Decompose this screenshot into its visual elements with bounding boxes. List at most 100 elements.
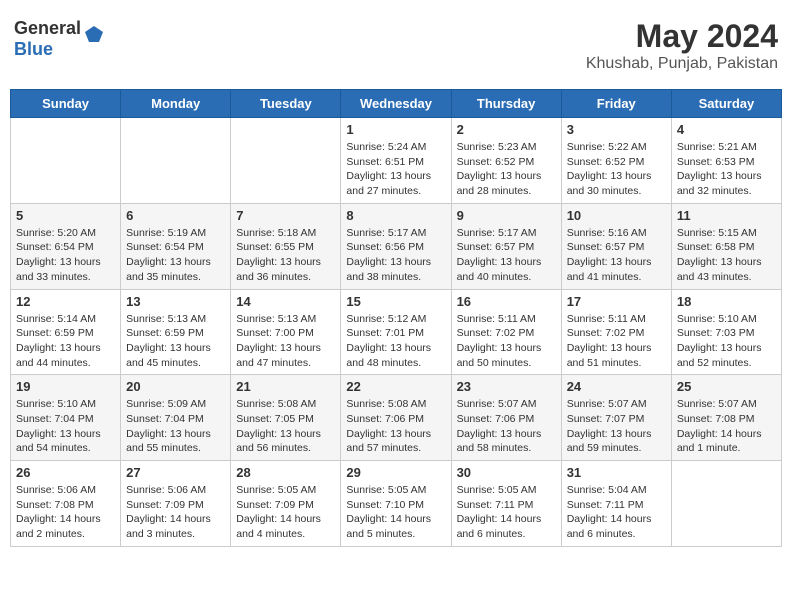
logo-flag-icon bbox=[83, 24, 105, 46]
day-info: Sunrise: 5:20 AM Sunset: 6:54 PM Dayligh… bbox=[16, 226, 115, 285]
day-info: Sunrise: 5:07 AM Sunset: 7:07 PM Dayligh… bbox=[567, 397, 666, 456]
calendar-cell: 23 Sunrise: 5:07 AM Sunset: 7:06 PM Dayli… bbox=[451, 375, 561, 461]
day-number: 23 bbox=[457, 379, 556, 394]
calendar-cell: 8Sunrise: 5:17 AM Sunset: 6:56 PM Daylig… bbox=[341, 203, 451, 289]
day-info: Sunrise: 5:17 AM Sunset: 6:57 PM Dayligh… bbox=[457, 226, 556, 285]
day-info: Sunrise: 5:23 AM Sunset: 6:52 PM Dayligh… bbox=[457, 140, 556, 199]
calendar-cell: 9Sunrise: 5:17 AM Sunset: 6:57 PM Daylig… bbox=[451, 203, 561, 289]
week-row-2: 5 Sunrise: 5:20 AM Sunset: 6:54 PM Daylig… bbox=[11, 203, 782, 289]
day-number: 16 bbox=[457, 294, 556, 309]
calendar-cell: 5 Sunrise: 5:20 AM Sunset: 6:54 PM Daylig… bbox=[11, 203, 121, 289]
calendar-cell: 19 Sunrise: 5:10 AM Sunset: 7:04 PM Dayli… bbox=[11, 375, 121, 461]
day-number: 27 bbox=[126, 465, 225, 480]
calendar-cell: 24 Sunrise: 5:07 AM Sunset: 7:07 PM Dayli… bbox=[561, 375, 671, 461]
calendar-cell: 3Sunrise: 5:22 AM Sunset: 6:52 PM Daylig… bbox=[561, 118, 671, 204]
day-info: Sunrise: 5:08 AM Sunset: 7:05 PM Dayligh… bbox=[236, 397, 335, 456]
calendar-cell: 27 Sunrise: 5:06 AM Sunset: 7:09 PM Dayli… bbox=[121, 461, 231, 547]
logo: General Blue bbox=[14, 18, 105, 60]
day-info: Sunrise: 5:07 AM Sunset: 7:06 PM Dayligh… bbox=[457, 397, 556, 456]
calendar-cell: 29Sunrise: 5:05 AM Sunset: 7:10 PM Dayli… bbox=[341, 461, 451, 547]
day-number: 30 bbox=[457, 465, 556, 480]
calendar-cell bbox=[11, 118, 121, 204]
day-info: Sunrise: 5:10 AM Sunset: 7:04 PM Dayligh… bbox=[16, 397, 115, 456]
calendar-cell: 1Sunrise: 5:24 AM Sunset: 6:51 PM Daylig… bbox=[341, 118, 451, 204]
weekday-header-saturday: Saturday bbox=[671, 90, 781, 118]
day-number: 19 bbox=[16, 379, 115, 394]
day-number: 22 bbox=[346, 379, 445, 394]
calendar-cell: 6 Sunrise: 5:19 AM Sunset: 6:54 PM Daylig… bbox=[121, 203, 231, 289]
day-info: Sunrise: 5:08 AM Sunset: 7:06 PM Dayligh… bbox=[346, 397, 445, 456]
calendar-cell bbox=[121, 118, 231, 204]
day-number: 14 bbox=[236, 294, 335, 309]
calendar-cell: 10Sunrise: 5:16 AM Sunset: 6:57 PM Dayli… bbox=[561, 203, 671, 289]
logo-general: General bbox=[14, 18, 81, 38]
calendar-cell: 2 Sunrise: 5:23 AM Sunset: 6:52 PM Daylig… bbox=[451, 118, 561, 204]
day-number: 31 bbox=[567, 465, 666, 480]
calendar-cell: 14Sunrise: 5:13 AM Sunset: 7:00 PM Dayli… bbox=[231, 289, 341, 375]
day-number: 29 bbox=[346, 465, 445, 480]
calendar-cell: 11Sunrise: 5:15 AM Sunset: 6:58 PM Dayli… bbox=[671, 203, 781, 289]
calendar-cell: 13 Sunrise: 5:13 AM Sunset: 6:59 PM Dayli… bbox=[121, 289, 231, 375]
day-number: 24 bbox=[567, 379, 666, 394]
calendar-cell: 16 Sunrise: 5:11 AM Sunset: 7:02 PM Dayli… bbox=[451, 289, 561, 375]
title-area: May 2024 Khushab, Punjab, Pakistan bbox=[586, 18, 778, 73]
day-number: 17 bbox=[567, 294, 666, 309]
day-info: Sunrise: 5:10 AM Sunset: 7:03 PM Dayligh… bbox=[677, 312, 776, 371]
weekday-header-tuesday: Tuesday bbox=[231, 90, 341, 118]
calendar-cell: 28 Sunrise: 5:05 AM Sunset: 7:09 PM Dayli… bbox=[231, 461, 341, 547]
day-number: 20 bbox=[126, 379, 225, 394]
calendar-cell: 21 Sunrise: 5:08 AM Sunset: 7:05 PM Dayli… bbox=[231, 375, 341, 461]
day-info: Sunrise: 5:12 AM Sunset: 7:01 PM Dayligh… bbox=[346, 312, 445, 371]
day-number: 7 bbox=[236, 208, 335, 223]
week-row-3: 12 Sunrise: 5:14 AM Sunset: 6:59 PM Dayli… bbox=[11, 289, 782, 375]
weekday-header-friday: Friday bbox=[561, 90, 671, 118]
day-number: 8 bbox=[346, 208, 445, 223]
calendar-cell: 7 Sunrise: 5:18 AM Sunset: 6:55 PM Daylig… bbox=[231, 203, 341, 289]
day-number: 13 bbox=[126, 294, 225, 309]
day-info: Sunrise: 5:06 AM Sunset: 7:08 PM Dayligh… bbox=[16, 483, 115, 542]
day-info: Sunrise: 5:05 AM Sunset: 7:09 PM Dayligh… bbox=[236, 483, 335, 542]
logo-blue: Blue bbox=[14, 39, 53, 59]
day-number: 3 bbox=[567, 122, 666, 137]
day-info: Sunrise: 5:11 AM Sunset: 7:02 PM Dayligh… bbox=[567, 312, 666, 371]
day-number: 18 bbox=[677, 294, 776, 309]
calendar-cell bbox=[671, 461, 781, 547]
week-row-4: 19 Sunrise: 5:10 AM Sunset: 7:04 PM Dayli… bbox=[11, 375, 782, 461]
calendar-cell: 25Sunrise: 5:07 AM Sunset: 7:08 PM Dayli… bbox=[671, 375, 781, 461]
day-info: Sunrise: 5:04 AM Sunset: 7:11 PM Dayligh… bbox=[567, 483, 666, 542]
month-title: May 2024 bbox=[586, 18, 778, 55]
day-number: 12 bbox=[16, 294, 115, 309]
day-info: Sunrise: 5:15 AM Sunset: 6:58 PM Dayligh… bbox=[677, 226, 776, 285]
day-info: Sunrise: 5:19 AM Sunset: 6:54 PM Dayligh… bbox=[126, 226, 225, 285]
day-info: Sunrise: 5:09 AM Sunset: 7:04 PM Dayligh… bbox=[126, 397, 225, 456]
day-info: Sunrise: 5:07 AM Sunset: 7:08 PM Dayligh… bbox=[677, 397, 776, 456]
weekday-header-wednesday: Wednesday bbox=[341, 90, 451, 118]
calendar-cell: 20 Sunrise: 5:09 AM Sunset: 7:04 PM Dayli… bbox=[121, 375, 231, 461]
day-info: Sunrise: 5:11 AM Sunset: 7:02 PM Dayligh… bbox=[457, 312, 556, 371]
day-number: 5 bbox=[16, 208, 115, 223]
day-info: Sunrise: 5:06 AM Sunset: 7:09 PM Dayligh… bbox=[126, 483, 225, 542]
day-info: Sunrise: 5:18 AM Sunset: 6:55 PM Dayligh… bbox=[236, 226, 335, 285]
location-title: Khushab, Punjab, Pakistan bbox=[586, 55, 778, 73]
weekday-header-thursday: Thursday bbox=[451, 90, 561, 118]
calendar-cell: 30 Sunrise: 5:05 AM Sunset: 7:11 PM Dayli… bbox=[451, 461, 561, 547]
day-info: Sunrise: 5:16 AM Sunset: 6:57 PM Dayligh… bbox=[567, 226, 666, 285]
day-number: 4 bbox=[677, 122, 776, 137]
day-info: Sunrise: 5:05 AM Sunset: 7:11 PM Dayligh… bbox=[457, 483, 556, 542]
calendar-cell: 4Sunrise: 5:21 AM Sunset: 6:53 PM Daylig… bbox=[671, 118, 781, 204]
calendar-cell: 26Sunrise: 5:06 AM Sunset: 7:08 PM Dayli… bbox=[11, 461, 121, 547]
day-number: 21 bbox=[236, 379, 335, 394]
day-number: 2 bbox=[457, 122, 556, 137]
calendar-cell: 17 Sunrise: 5:11 AM Sunset: 7:02 PM Dayli… bbox=[561, 289, 671, 375]
calendar-cell: 31 Sunrise: 5:04 AM Sunset: 7:11 PM Dayli… bbox=[561, 461, 671, 547]
calendar-cell: 15Sunrise: 5:12 AM Sunset: 7:01 PM Dayli… bbox=[341, 289, 451, 375]
weekday-header-row: SundayMondayTuesdayWednesdayThursdayFrid… bbox=[11, 90, 782, 118]
day-number: 6 bbox=[126, 208, 225, 223]
weekday-header-monday: Monday bbox=[121, 90, 231, 118]
day-info: Sunrise: 5:14 AM Sunset: 6:59 PM Dayligh… bbox=[16, 312, 115, 371]
day-info: Sunrise: 5:13 AM Sunset: 6:59 PM Dayligh… bbox=[126, 312, 225, 371]
week-row-1: 1Sunrise: 5:24 AM Sunset: 6:51 PM Daylig… bbox=[11, 118, 782, 204]
day-number: 28 bbox=[236, 465, 335, 480]
calendar-cell: 12 Sunrise: 5:14 AM Sunset: 6:59 PM Dayli… bbox=[11, 289, 121, 375]
weekday-header-sunday: Sunday bbox=[11, 90, 121, 118]
